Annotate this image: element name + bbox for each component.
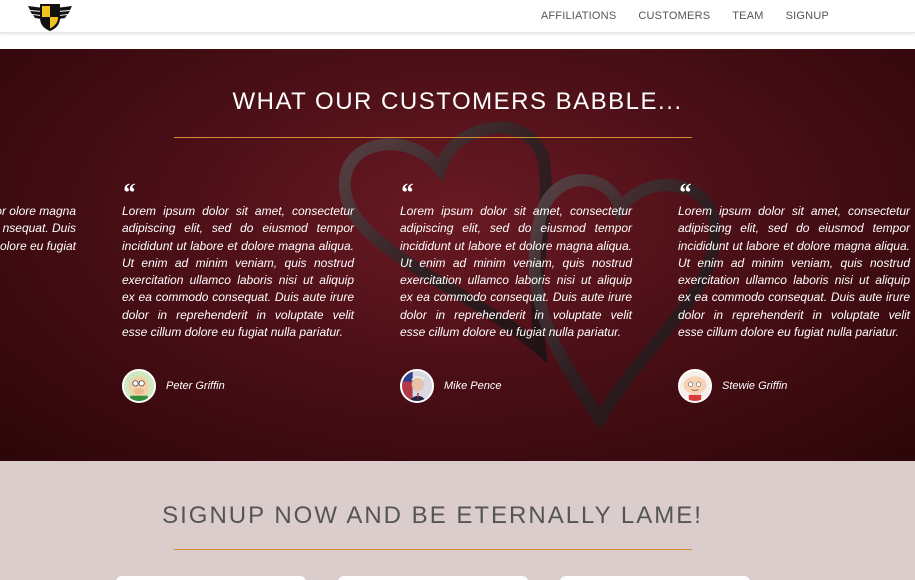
- pricing-card[interactable]: [560, 576, 750, 580]
- testimonial-card-partial: t, consectetur smod tempor olore magna v…: [0, 203, 76, 255]
- testimonial-text: Lorem ipsum dolor sit amet, consectetur …: [122, 204, 354, 340]
- stewie-griffin-avatar-icon: [678, 369, 712, 403]
- pricing-card[interactable]: [338, 576, 528, 580]
- quote-mark-icon: “: [678, 178, 691, 207]
- nav-link-affiliations[interactable]: AFFILIATIONS: [541, 10, 617, 22]
- pricing-card[interactable]: [116, 576, 306, 580]
- winged-shield-logo-icon[interactable]: [26, 0, 74, 32]
- author-name: Stewie Griffin: [722, 380, 788, 392]
- signup-divider: [174, 549, 692, 550]
- quote-mark-icon: “: [400, 178, 413, 207]
- testimonial-text: Lorem ipsum dolor sit amet, consectetur …: [400, 204, 632, 340]
- testimonial-card: “ Lorem ipsum dolor sit amet, consectetu…: [678, 178, 910, 403]
- peter-griffin-avatar-icon: [122, 369, 156, 403]
- top-navbar: AFFILIATIONS CUSTOMERS TEAM SIGNUP: [0, 0, 915, 33]
- mike-pence-avatar-icon: [400, 369, 434, 403]
- testimonial-text: Lorem ipsum dolor sit amet, consectetur …: [678, 204, 910, 340]
- nav-link-customers[interactable]: CUSTOMERS: [638, 10, 710, 22]
- testimonial-card: “ Lorem ipsum dolor sit amet, consectetu…: [400, 178, 632, 403]
- title-divider: [174, 137, 692, 138]
- quote-mark-icon: “: [122, 178, 135, 207]
- nav-link-signup[interactable]: SIGNUP: [786, 10, 829, 22]
- signup-section: SIGNUP NOW AND BE ETERNALLY LAME!: [0, 461, 915, 580]
- testimonial-author: Stewie Griffin: [678, 369, 787, 403]
- signup-title: SIGNUP NOW AND BE ETERNALLY LAME!: [162, 502, 703, 529]
- testimonials-title: WHAT OUR CUSTOMERS BABBLE...: [232, 88, 683, 115]
- testimonial-author: Mike Pence: [400, 369, 501, 403]
- author-name: Mike Pence: [444, 380, 502, 392]
- testimonials-section: WHAT OUR CUSTOMERS BABBLE... t, consecte…: [0, 49, 915, 461]
- author-name: Peter Griffin: [166, 380, 225, 392]
- testimonial-text-partial: t, consectetur smod tempor olore magna v…: [0, 204, 76, 253]
- testimonial-author: Peter Griffin: [122, 369, 225, 403]
- testimonial-card: “ Lorem ipsum dolor sit amet, consectetu…: [122, 178, 354, 403]
- nav-link-team[interactable]: TEAM: [732, 10, 763, 22]
